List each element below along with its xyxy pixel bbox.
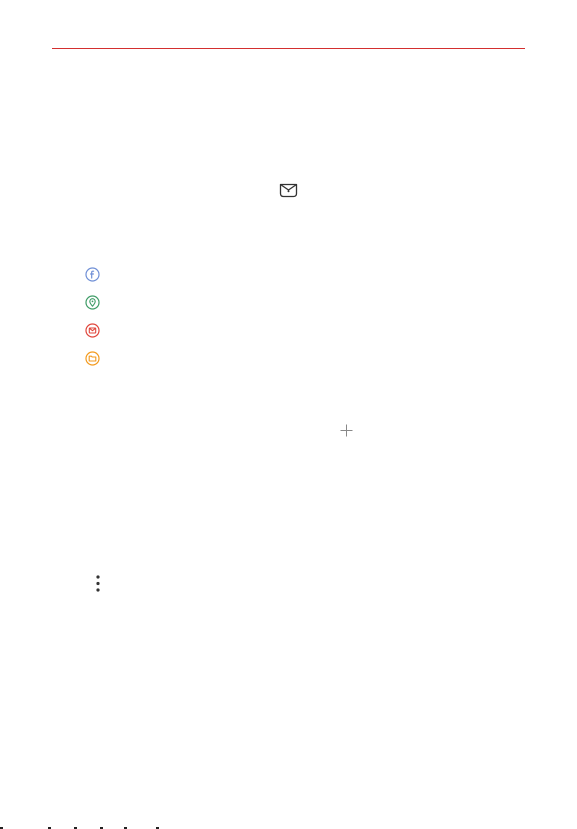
folder-icon	[85, 351, 100, 366]
capsule-icon	[279, 182, 298, 198]
email-icon	[85, 323, 100, 338]
facebook-icon	[85, 267, 100, 282]
top-rule	[52, 48, 525, 49]
more-options-icon[interactable]	[94, 575, 102, 592]
plus-icon[interactable]	[340, 424, 353, 437]
location-icon	[85, 295, 100, 310]
